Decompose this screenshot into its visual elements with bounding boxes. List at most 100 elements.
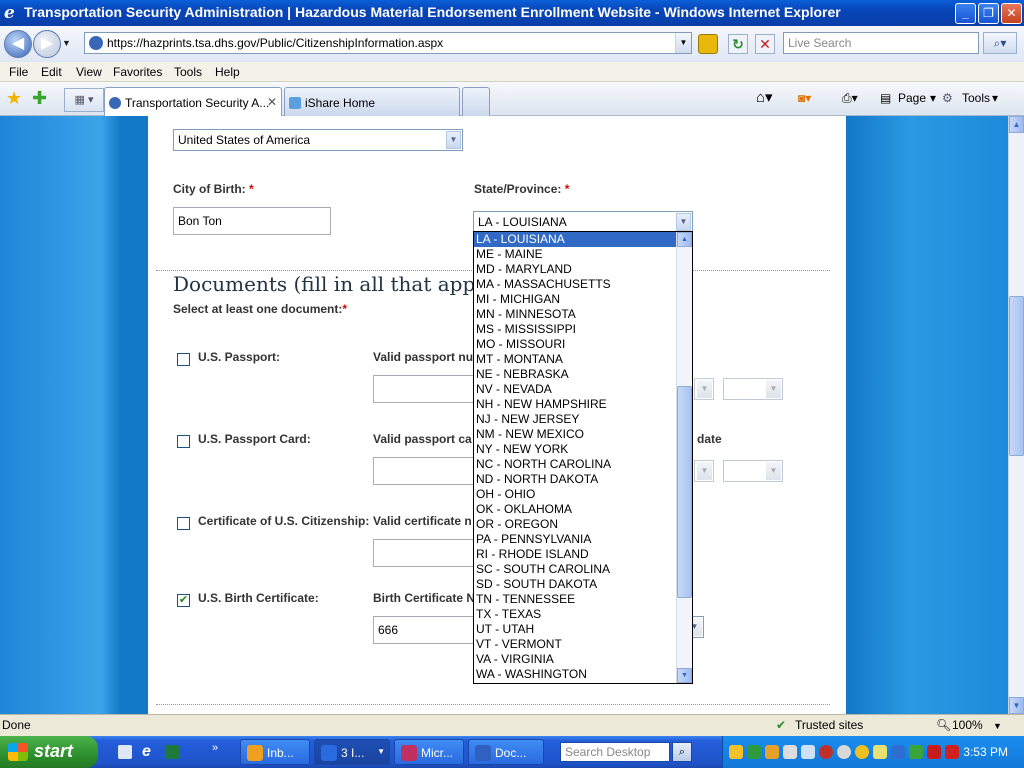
menu-view[interactable]: View [76,65,102,79]
state-option[interactable]: NH - NEW HAMPSHIRE [474,397,692,412]
state-option[interactable]: SD - SOUTH DAKOTA [474,577,692,592]
chevron-down-icon[interactable]: ▼ [446,131,461,149]
state-option[interactable]: SC - SOUTH CAROLINA [474,562,692,577]
chevron-down-icon[interactable]: ▼ [676,213,691,231]
tools-gear-icon[interactable]: ⚙ [942,91,953,105]
taskbar-item-ie[interactable]: 3 I... ▼ [314,739,390,765]
city-input[interactable]: Bon Ton [173,207,331,235]
state-option[interactable]: MS - MISSISSIPPI [474,322,692,337]
citizenship-certificate-checkbox[interactable] [177,517,190,530]
state-option[interactable]: TN - TENNESSEE [474,592,692,607]
state-option[interactable]: MT - MONTANA [474,352,692,367]
favorites-star-icon[interactable]: ★ [6,88,22,109]
app-tray-icon[interactable] [945,745,959,759]
state-dropdown-list[interactable]: LA - LOUISIANA ME - MAINE MD - MARYLAND MA … [473,231,693,684]
forward-button[interactable]: ▶ [33,30,61,58]
state-option[interactable]: NV - NEVADA [474,382,692,397]
antivirus-tray-icon[interactable] [819,745,833,759]
passport-number-input[interactable] [373,375,475,403]
new-tab-button[interactable] [462,87,490,116]
close-button[interactable]: ✕ [1001,3,1022,24]
country-select[interactable]: United States of America ▼ [173,129,463,151]
url-text[interactable]: https://hazprints.tsa.dhs.gov/Public/Cit… [107,36,443,50]
stop-icon[interactable]: ✕ [755,34,775,54]
state-option[interactable]: LA - LOUISIANA [474,232,692,247]
page-menu-icon[interactable]: ▤ [880,91,891,105]
scroll-down-icon[interactable]: ▼ [1009,697,1024,714]
address-bar[interactable]: https://hazprints.tsa.dhs.gov/Public/Cit… [84,32,692,54]
state-option[interactable]: MA - MASSACHUSETTS [474,277,692,292]
update-tray-icon[interactable] [873,745,887,759]
zoom-level[interactable]: 100% [952,718,983,732]
state-option[interactable]: MD - MARYLAND [474,262,692,277]
page-scrollbar[interactable]: ▲ ▼ [1008,116,1024,714]
address-dropdown-icon[interactable]: ▼ [675,33,691,53]
close-tab-icon[interactable]: ✕ [267,95,277,109]
alert-tray-icon[interactable] [927,745,941,759]
recent-pages-dropdown[interactable]: ▼ [62,38,71,48]
mail-tray-icon[interactable] [729,745,743,759]
feeds-icon[interactable]: ◙▾ [798,91,811,105]
menu-tools[interactable]: Tools [174,65,202,79]
ie-quicklaunch-icon[interactable]: e [142,743,151,761]
state-option[interactable]: UT - UTAH [474,622,692,637]
passport-card-expiry-day-select[interactable]: ▼ [694,460,714,482]
state-select[interactable]: LA - LOUISIANA ▼ [473,211,693,233]
tab-ishare[interactable]: iShare Home [284,87,460,116]
maximize-button[interactable]: ❐ [978,3,999,24]
search-tray-icon[interactable] [801,745,815,759]
state-option[interactable]: NY - NEW YORK [474,442,692,457]
clock-tray-icon[interactable] [837,745,851,759]
menu-edit[interactable]: Edit [41,65,62,79]
page-menu[interactable]: Page [898,91,926,105]
us-passport-card-checkbox[interactable] [177,435,190,448]
state-option[interactable]: RI - RHODE ISLAND [474,547,692,562]
passport-expiry-day-select[interactable]: ▼ [694,378,714,400]
passport-card-expiry-year-select[interactable]: ▼ [723,460,783,482]
state-option[interactable]: OK - OKLAHOMA [474,502,692,517]
state-option[interactable]: MO - MISSOURI [474,337,692,352]
scroll-down-icon[interactable]: ▼ [677,668,692,683]
search-icon[interactable]: ⌕▾ [983,32,1017,54]
scroll-thumb[interactable] [677,386,692,598]
menu-file[interactable]: File [9,65,28,79]
birth-certificate-number-input[interactable]: 666 [373,616,475,644]
state-option[interactable]: MN - MINNESOTA [474,307,692,322]
state-option[interactable]: WA - WASHINGTON [474,667,692,682]
zoom-icon[interactable]: 🔍︎ [936,718,951,732]
state-option[interactable]: ME - MAINE [474,247,692,262]
sound-tray-icon[interactable] [891,745,905,759]
back-button[interactable]: ◀ [4,30,32,58]
home-icon[interactable]: ⌂▾ [756,88,773,106]
state-option[interactable]: OR - OREGON [474,517,692,532]
tab-tsa[interactable]: Transportation Security A... ✕ [104,87,282,116]
excel-quicklaunch-icon[interactable] [165,745,179,759]
us-passport-checkbox[interactable] [177,353,190,366]
print-icon[interactable]: ⎙▾ [842,91,858,106]
messenger-tray-icon[interactable] [765,745,779,759]
lock-icon[interactable] [698,34,718,54]
taskbar-item-inbox[interactable]: Inb... [240,739,310,765]
desktop-search-input[interactable]: Search Desktop [560,742,670,762]
tools-menu-caret[interactable]: ▾ [992,91,998,105]
state-option[interactable]: VA - VIRGINIA [474,652,692,667]
state-option[interactable]: TX - TEXAS [474,607,692,622]
scroll-thumb[interactable] [1009,296,1024,456]
taskbar-item-doc[interactable]: Doc... [468,739,544,765]
network-tray-icon[interactable] [855,745,869,759]
state-option[interactable]: PA - PENNSYLVANIA [474,532,692,547]
page-menu-caret[interactable]: ▾ [930,91,936,105]
live-search-input[interactable]: Live Search [783,32,979,54]
state-option[interactable]: ND - NORTH DAKOTA [474,472,692,487]
security-zone[interactable]: Trusted sites [795,718,863,732]
minimize-button[interactable]: _ [955,3,976,24]
group-dropdown-icon[interactable]: ▼ [377,747,385,756]
start-button[interactable]: start [0,736,98,768]
tools-menu[interactable]: Tools [962,91,990,105]
state-option[interactable]: MI - MICHIGAN [474,292,692,307]
state-option[interactable]: NJ - NEW JERSEY [474,412,692,427]
state-option[interactable]: VT - VERMONT [474,637,692,652]
certificate-number-input[interactable] [373,539,475,567]
zoom-dropdown-icon[interactable]: ▼ [993,721,1002,731]
scroll-up-icon[interactable]: ▲ [1009,116,1024,133]
